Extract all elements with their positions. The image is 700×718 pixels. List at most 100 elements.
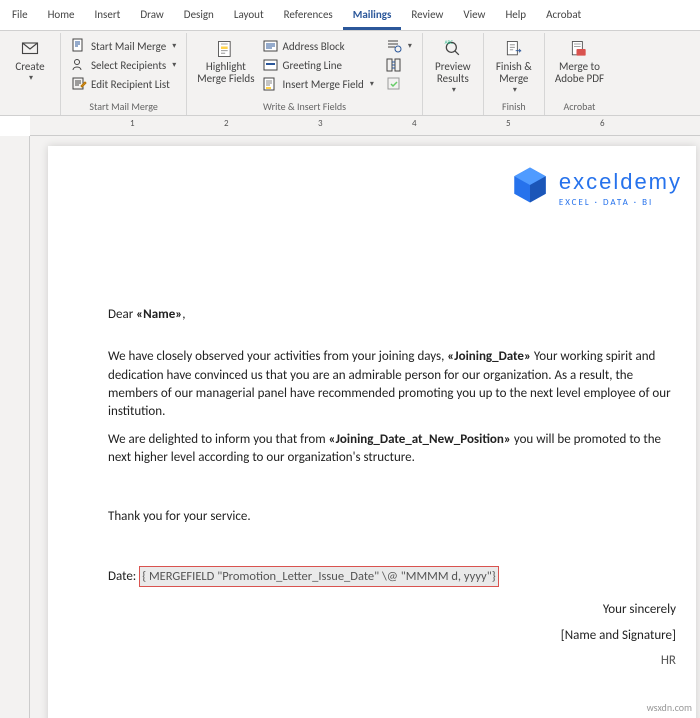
vertical-ruler[interactable] [0, 136, 30, 718]
ruler-mark: 1 [130, 118, 135, 129]
insert-merge-field-label: Insert Merge Field [283, 78, 364, 91]
date-line: Date: { MERGEFIELD "Promotion_Letter_Iss… [108, 566, 678, 588]
address-block-button[interactable]: Address Block [259, 37, 378, 55]
tab-help[interactable]: Help [495, 4, 536, 30]
merge-field-new-position: «Joining_Date_at_New_Position» [329, 432, 511, 447]
dear-text: Dear [108, 307, 136, 322]
body-paragraph-2: We are delighted to inform you that from… [108, 431, 678, 467]
closing-line: Your sincerely [108, 601, 678, 619]
horizontal-ruler[interactable]: 1 2 3 4 5 6 [30, 116, 700, 136]
tab-acrobat[interactable]: Acrobat [536, 4, 591, 30]
body-paragraph-1: We have closely observed your activities… [108, 348, 678, 421]
document-area[interactable]: exceldemy EXCEL · DATA · BI Dear «Name»,… [0, 136, 700, 718]
highlight-label: HighlightMerge Fields [197, 61, 254, 85]
greeting-line-button[interactable]: Greeting Line [259, 56, 378, 74]
tab-design[interactable]: Design [174, 4, 224, 30]
finish-merge-icon [504, 39, 524, 59]
merge-field-name: «Name» [136, 307, 182, 322]
greeting-line-label: Greeting Line [283, 59, 343, 72]
group-acrobat: Merge toAdobe PDF Acrobat [545, 33, 614, 115]
update-labels-icon [386, 76, 402, 92]
tab-layout[interactable]: Layout [224, 4, 274, 30]
edit-recipient-list-label: Edit Recipient List [91, 78, 170, 91]
edit-recipient-list-button[interactable]: Edit Recipient List [67, 75, 180, 93]
preview-results-button[interactable]: ABC PreviewResults ▾ [429, 35, 477, 99]
chevron-down-icon: ▾ [513, 85, 517, 95]
select-recipients-button[interactable]: Select Recipients ▾ [67, 56, 180, 74]
tab-view[interactable]: View [453, 4, 495, 30]
merge-field-joining-date: «Joining_Date» [447, 349, 531, 364]
document-start-icon [71, 38, 87, 54]
thanks-line: Thank you for your service. [108, 508, 678, 526]
group-finish: Finish &Merge ▾ Finish [484, 33, 545, 115]
start-mail-merge-button[interactable]: Start Mail Merge ▾ [67, 37, 180, 55]
group-create: Create ▾ [0, 33, 61, 115]
tab-insert[interactable]: Insert [85, 4, 131, 30]
chevron-down-icon: ▾ [408, 41, 412, 51]
envelope-icon [20, 39, 40, 59]
address-block-label: Address Block [283, 40, 345, 53]
update-labels-button[interactable] [382, 75, 416, 93]
highlight-icon [216, 39, 236, 59]
date-label: Date: [108, 569, 139, 584]
group-write-insert: HighlightMerge Fields Address Block Gree… [187, 33, 423, 115]
svg-text:ABC: ABC [445, 40, 454, 46]
match-fields-icon [386, 57, 402, 73]
signature-line: [Name and Signature] [108, 627, 678, 645]
rules-icon [386, 38, 402, 54]
greeting-icon [263, 57, 279, 73]
group-preview-label [429, 99, 477, 115]
match-fields-button[interactable] [382, 56, 416, 74]
tab-mailings[interactable]: Mailings [343, 4, 402, 30]
pdf-icon [569, 39, 589, 59]
group-write-label: Write & Insert Fields [193, 99, 416, 115]
select-recipients-label: Select Recipients [91, 59, 166, 72]
tab-file[interactable]: File [2, 4, 38, 30]
create-label: Create [15, 61, 44, 73]
rules-button[interactable]: ▾ [382, 37, 416, 55]
watermark: wsxdn.com [647, 701, 692, 714]
logo-text-wrap: exceldemy EXCEL · DATA · BI [559, 167, 682, 210]
merge-to-pdf-button[interactable]: Merge toAdobe PDF [551, 35, 608, 89]
edit-list-icon [71, 76, 87, 92]
greeting-line: Dear «Name», [108, 306, 678, 324]
recipients-icon [71, 57, 87, 73]
insert-merge-field-button[interactable]: Insert Merge Field ▾ [259, 75, 378, 93]
chevron-down-icon: ▾ [29, 73, 33, 83]
tab-home[interactable]: Home [38, 4, 85, 30]
ruler-mark: 4 [412, 118, 417, 129]
create-button[interactable]: Create ▾ [6, 35, 54, 87]
insert-field-icon [263, 76, 279, 92]
logo: exceldemy EXCEL · DATA · BI [509, 164, 682, 212]
hr-line: HR [108, 652, 678, 670]
group-start-label: Start Mail Merge [67, 99, 180, 115]
chevron-down-icon: ▾ [172, 41, 176, 51]
tab-draw[interactable]: Draw [130, 4, 173, 30]
logo-subtext: EXCEL · DATA · BI [559, 197, 682, 210]
merge-to-pdf-label: Merge toAdobe PDF [555, 61, 604, 85]
tab-review[interactable]: Review [401, 4, 453, 30]
chevron-down-icon: ▾ [452, 85, 456, 95]
page[interactable]: exceldemy EXCEL · DATA · BI Dear «Name»,… [48, 146, 696, 718]
start-mail-merge-label: Start Mail Merge [91, 40, 166, 53]
group-create-label [6, 99, 54, 115]
group-preview: ABC PreviewResults ▾ [423, 33, 484, 115]
comma: , [182, 307, 185, 322]
chevron-down-icon: ▾ [370, 79, 374, 89]
ribbon: Create ▾ Start Mail Merge ▾ [0, 31, 700, 116]
ruler-mark: 3 [318, 118, 323, 129]
ruler-mark: 5 [506, 118, 511, 129]
merge-field-code[interactable]: { MERGEFIELD "Promotion_Letter_Issue_Dat… [139, 566, 498, 588]
tab-references[interactable]: References [274, 4, 343, 30]
chevron-down-icon: ▾ [172, 60, 176, 70]
highlight-merge-fields-button[interactable]: HighlightMerge Fields [193, 35, 258, 89]
group-finish-label: Finish [490, 99, 538, 115]
finish-merge-button[interactable]: Finish &Merge ▾ [490, 35, 538, 99]
ribbon-tabs: File Home Insert Draw Design Layout Refe… [0, 0, 700, 31]
preview-label: PreviewResults [435, 61, 471, 85]
logo-text: exceldemy [559, 167, 682, 198]
p2-a: We are delighted to inform you that from [108, 432, 329, 447]
group-start-mail-merge: Start Mail Merge ▾ Select Recipients ▾ E… [61, 33, 187, 115]
finish-merge-label: Finish &Merge [496, 61, 532, 85]
ruler-mark: 2 [224, 118, 229, 129]
